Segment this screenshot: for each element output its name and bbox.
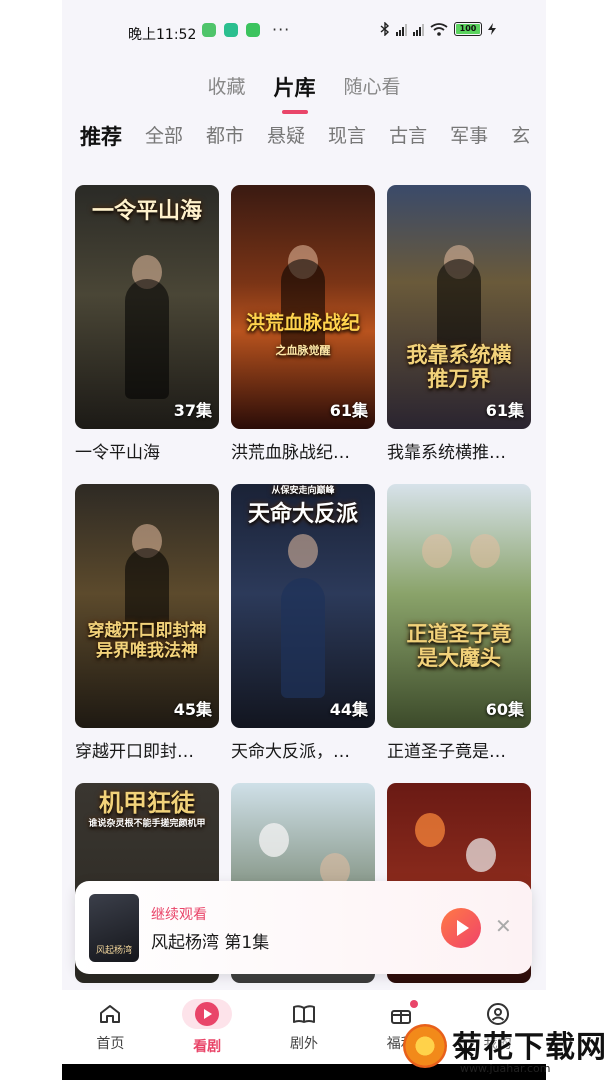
category-modern-romance[interactable]: 现言 <box>328 121 366 165</box>
drama-title: 正道圣子竟是… <box>387 742 506 762</box>
bluetooth-icon <box>380 22 390 36</box>
poster-title-art: 机甲狂徒 <box>99 788 195 817</box>
poster-subtitle-art: 谁说杂灵根不能手搓完颜机甲 <box>88 819 206 829</box>
episode-count: 60集 <box>485 700 524 719</box>
poster-title-art: 正道圣子竟是大魔头 <box>406 621 512 671</box>
drama-poster: 洪荒血脉战纪 之血脉觉醒 61集 <box>231 185 375 429</box>
play-icon <box>457 920 469 936</box>
episode-count: 37集 <box>173 401 212 420</box>
drama-card[interactable]: 穿越开口即封神异界唯我法神 45集 穿越开口即封… <box>75 484 219 762</box>
category-ancient-romance[interactable]: 古言 <box>389 121 427 165</box>
episode-count: 44集 <box>329 700 368 719</box>
tab-label: 看剧 <box>193 1039 222 1055</box>
category-fantasy[interactable]: 玄 <box>511 121 530 165</box>
status-time: 晚上11:52 <box>128 27 197 43</box>
tab-label: 剧外 <box>289 1036 318 1052</box>
wechat-notification-icon <box>202 23 216 37</box>
drama-poster: 穿越开口即封神异界唯我法神 45集 <box>75 484 219 728</box>
notification-badge <box>410 1000 419 1008</box>
tab-extras[interactable]: 剧外 <box>256 990 353 1064</box>
poster-title-art: 天命大反派 <box>247 501 358 527</box>
poster-title-art: 洪荒血脉战纪 <box>245 312 360 334</box>
poster-title-art: 穿越开口即封神异界唯我法神 <box>87 621 207 661</box>
thumbnail-title-art: 风起杨湾 <box>95 946 132 956</box>
continue-watching-thumbnail: 风起杨湾 <box>89 894 139 962</box>
book-icon <box>292 1005 315 1023</box>
category-urban[interactable]: 都市 <box>206 121 244 165</box>
poster-subtitle-art: 从保安走向巅峰 <box>271 486 335 496</box>
tab-random-watch[interactable]: 随心看 <box>344 70 401 110</box>
top-tabs: 收藏 片库 随心看 <box>62 70 546 110</box>
drama-card[interactable]: 从保安走向巅峰 天命大反派 44集 天命大反派，… <box>231 484 375 762</box>
shield-notification-icon <box>224 23 238 37</box>
continue-watching-card[interactable]: 风起杨湾 继续观看 风起杨湾 第1集 ✕ <box>75 881 532 974</box>
tab-library[interactable]: 片库 <box>274 70 316 110</box>
tab-watch[interactable]: 看剧 <box>159 990 256 1064</box>
category-suspense[interactable]: 悬疑 <box>267 121 305 165</box>
poster-figure <box>281 578 325 698</box>
status-bar: 晚上11:52 ··· 100 <box>62 0 546 62</box>
drama-title: 穿越开口即封… <box>75 742 194 762</box>
continue-watching-title: 风起杨湾 第1集 <box>151 933 270 953</box>
poster-figure-head <box>465 838 496 872</box>
drama-title: 我靠系统横推… <box>387 443 506 463</box>
home-icon <box>100 1005 121 1023</box>
category-all[interactable]: 全部 <box>145 121 183 165</box>
tab-home[interactable]: 首页 <box>62 990 159 1064</box>
poster-title-art: 一令平山海 <box>91 198 202 224</box>
watermark-name: 菊花下载网 <box>452 1030 607 1065</box>
drama-card[interactable]: 洪荒血脉战纪 之血脉觉醒 61集 洪荒血脉战纪… <box>231 185 375 463</box>
drama-card[interactable]: 我靠系统横推万界 61集 我靠系统横推… <box>387 185 531 463</box>
drama-title: 一令平山海 <box>75 443 160 463</box>
drama-poster: 我靠系统横推万界 61集 <box>387 185 531 429</box>
signal-1-icon <box>396 23 407 36</box>
poster-figure <box>437 259 481 349</box>
drama-title: 天命大反派，… <box>231 742 350 762</box>
episode-count: 45集 <box>173 700 212 719</box>
poster-figure-head <box>422 534 453 568</box>
close-icon[interactable]: ✕ <box>495 916 512 936</box>
drama-poster: 从保安走向巅峰 天命大反派 44集 <box>231 484 375 728</box>
category-military[interactable]: 军事 <box>450 121 488 165</box>
battery-level: 100 <box>459 24 477 33</box>
status-indicators: 100 <box>380 22 496 36</box>
poster-figure <box>125 279 169 399</box>
episode-count: 61集 <box>329 401 368 420</box>
poster-figure-head <box>288 534 318 568</box>
poster-figure-head <box>469 534 500 568</box>
play-icon <box>182 999 233 1029</box>
more-notifications-icon: ··· <box>272 20 291 39</box>
poster-figure <box>125 548 169 628</box>
wifi-icon <box>430 22 448 36</box>
signal-2-icon <box>413 23 424 36</box>
poster-subtitle-art: 之血脉觉醒 <box>275 344 331 357</box>
chrysanthemum-logo-icon <box>403 1024 447 1068</box>
watermark: 菊花下载网 www.juahar.com <box>400 1018 607 1080</box>
drama-card[interactable]: 正道圣子竟是大魔头 60集 正道圣子竟是… <box>387 484 531 762</box>
drama-poster: 一令平山海 37集 <box>75 185 219 429</box>
watermark-url: www.juahar.com <box>460 1062 551 1075</box>
episode-count: 61集 <box>485 401 524 420</box>
drama-title: 洪荒血脉战纪… <box>231 443 350 463</box>
poster-figure-head <box>259 823 290 857</box>
charging-icon <box>488 23 496 35</box>
category-tabs: 推荐 全部 都市 悬疑 现言 古言 军事 玄 <box>80 121 546 165</box>
drama-card[interactable]: 一令平山海 37集 一令平山海 <box>75 185 219 463</box>
poster-figure <box>281 259 325 349</box>
poster-title-art: 我靠系统横推万界 <box>406 342 512 392</box>
resume-play-button[interactable] <box>441 908 481 948</box>
tab-favorites[interactable]: 收藏 <box>207 70 245 110</box>
drama-poster: 正道圣子竟是大魔头 60集 <box>387 484 531 728</box>
continue-watching-label: 继续观看 <box>151 907 207 923</box>
poster-figure-head <box>415 813 446 847</box>
thumb-figure-head <box>89 894 109 916</box>
battery-icon: 100 <box>454 22 482 36</box>
category-recommended[interactable]: 推荐 <box>80 121 122 165</box>
phone-screen: 晚上11:52 ··· 100 收藏 片库 随心看 推荐 全部 都市 悬疑 现言… <box>62 0 546 1080</box>
phone-notification-icon <box>246 23 260 37</box>
tab-label: 首页 <box>96 1036 125 1052</box>
